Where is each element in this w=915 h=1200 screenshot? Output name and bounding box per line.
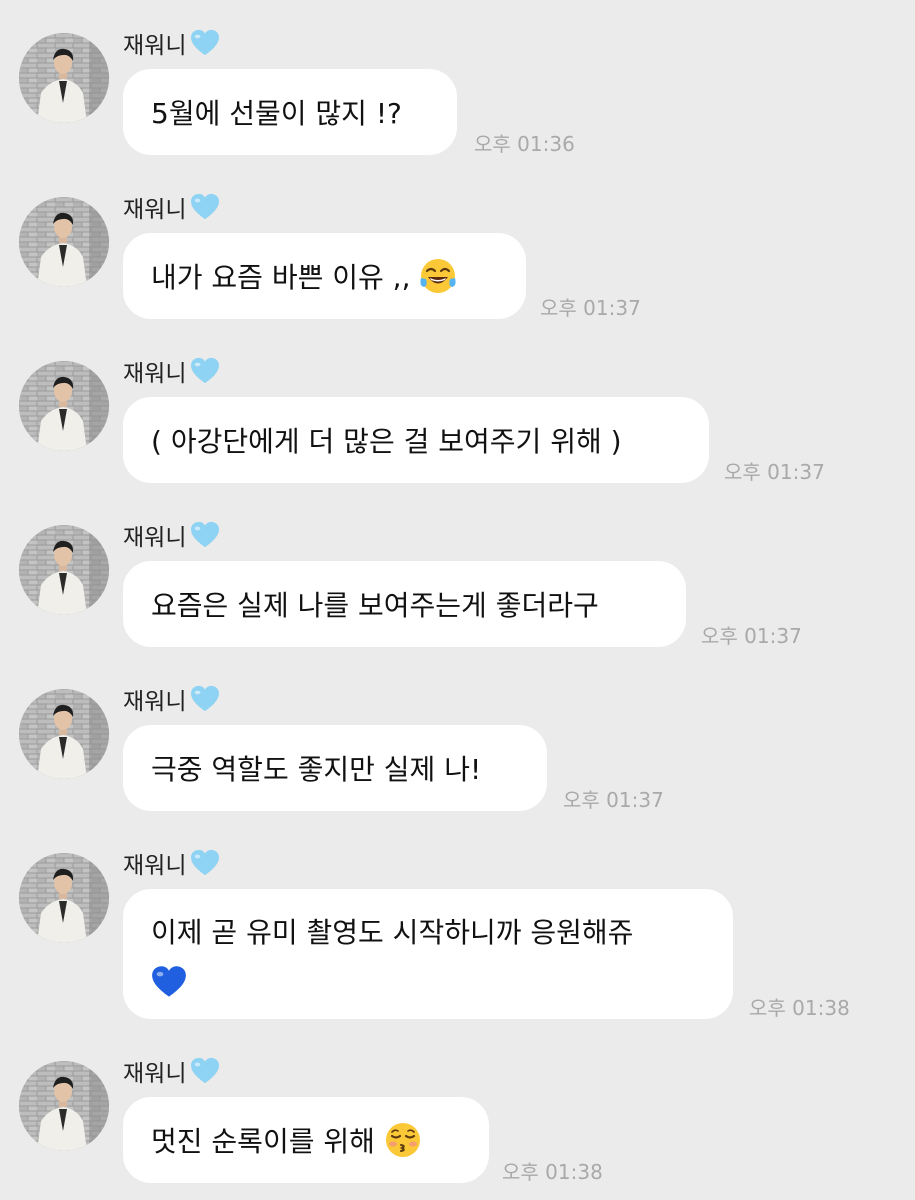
avatar[interactable] [19, 361, 109, 451]
message-time: 오후 01:36 [474, 132, 575, 156]
message-text: 이제 곧 유미 촬영도 시작하니까 응원해쥬 [151, 916, 634, 949]
sender-name-row: 재워니 [123, 846, 220, 880]
sender-name-row: 재워니 [123, 682, 220, 716]
avatar[interactable] [19, 197, 109, 287]
sender-name: 재워니 [123, 689, 187, 715]
message-time: 오후 01:37 [724, 460, 825, 484]
sender-name-row: 재워니 [123, 354, 220, 388]
light-blue-heart-icon [190, 849, 220, 877]
avatar[interactable] [19, 1061, 109, 1151]
message-text: 요즘은 실제 나를 보여주는게 좋더라구 [151, 589, 599, 622]
message-time: 오후 01:37 [563, 788, 664, 812]
avatar[interactable] [19, 853, 109, 943]
sender-name-row: 재워니 [123, 518, 220, 552]
message-bubble[interactable]: 5월에 선물이 많지 !? [123, 69, 457, 155]
sender-name-row: 재워니 [123, 190, 220, 224]
kissing-face-emoji-icon [385, 1123, 420, 1157]
sender-name: 재워니 [123, 197, 187, 223]
profile-photo [19, 689, 109, 779]
avatar[interactable] [19, 525, 109, 615]
sender-name: 재워니 [123, 1061, 187, 1087]
message-text: 멋진 순록이를 위해 [151, 1125, 375, 1158]
light-blue-heart-icon [190, 685, 220, 713]
message-text: ( 아강단에게 더 많은 걸 보여주기 위해 ) [151, 425, 622, 458]
message-time: 오후 01:37 [540, 296, 641, 320]
message-bubble[interactable]: ( 아강단에게 더 많은 걸 보여주기 위해 ) [123, 397, 709, 483]
light-blue-heart-icon [190, 1057, 220, 1085]
avatar[interactable] [19, 689, 109, 779]
sender-name: 재워니 [123, 853, 187, 879]
profile-photo [19, 525, 109, 615]
sender-name: 재워니 [123, 361, 187, 387]
profile-photo [19, 197, 109, 287]
message-bubble[interactable]: 요즘은 실제 나를 보여주는게 좋더라구 [123, 561, 686, 647]
message-bubble[interactable]: 이제 곧 유미 촬영도 시작하니까 응원해쥬 [123, 889, 733, 1019]
message-text: 5월에 선물이 많지 !? [151, 97, 402, 130]
message-bubble[interactable]: 내가 요즘 바쁜 이유 ,, [123, 233, 526, 319]
tears-of-joy-emoji-icon [420, 259, 457, 293]
profile-photo [19, 853, 109, 943]
light-blue-heart-icon [190, 193, 220, 221]
sender-name-row: 재워니 [123, 26, 220, 60]
blue-heart-emoji-icon [152, 966, 186, 997]
sender-name: 재워니 [123, 33, 187, 59]
message-text: 내가 요즘 바쁜 이유 ,, [151, 261, 411, 294]
sender-name-row: 재워니 [123, 1054, 220, 1088]
message-bubble[interactable]: 멋진 순록이를 위해 [123, 1097, 489, 1183]
message-time: 오후 01:38 [502, 1160, 603, 1184]
profile-photo [19, 33, 109, 123]
message-time: 오후 01:38 [749, 996, 850, 1020]
light-blue-heart-icon [190, 521, 220, 549]
light-blue-heart-icon [190, 29, 220, 57]
message-time: 오후 01:37 [701, 624, 802, 648]
profile-photo [19, 361, 109, 451]
message-bubble[interactable]: 극중 역할도 좋지만 실제 나! [123, 725, 547, 811]
avatar[interactable] [19, 33, 109, 123]
light-blue-heart-icon [190, 357, 220, 385]
profile-photo [19, 1061, 109, 1151]
sender-name: 재워니 [123, 525, 187, 551]
message-text: 극중 역할도 좋지만 실제 나! [151, 753, 482, 786]
